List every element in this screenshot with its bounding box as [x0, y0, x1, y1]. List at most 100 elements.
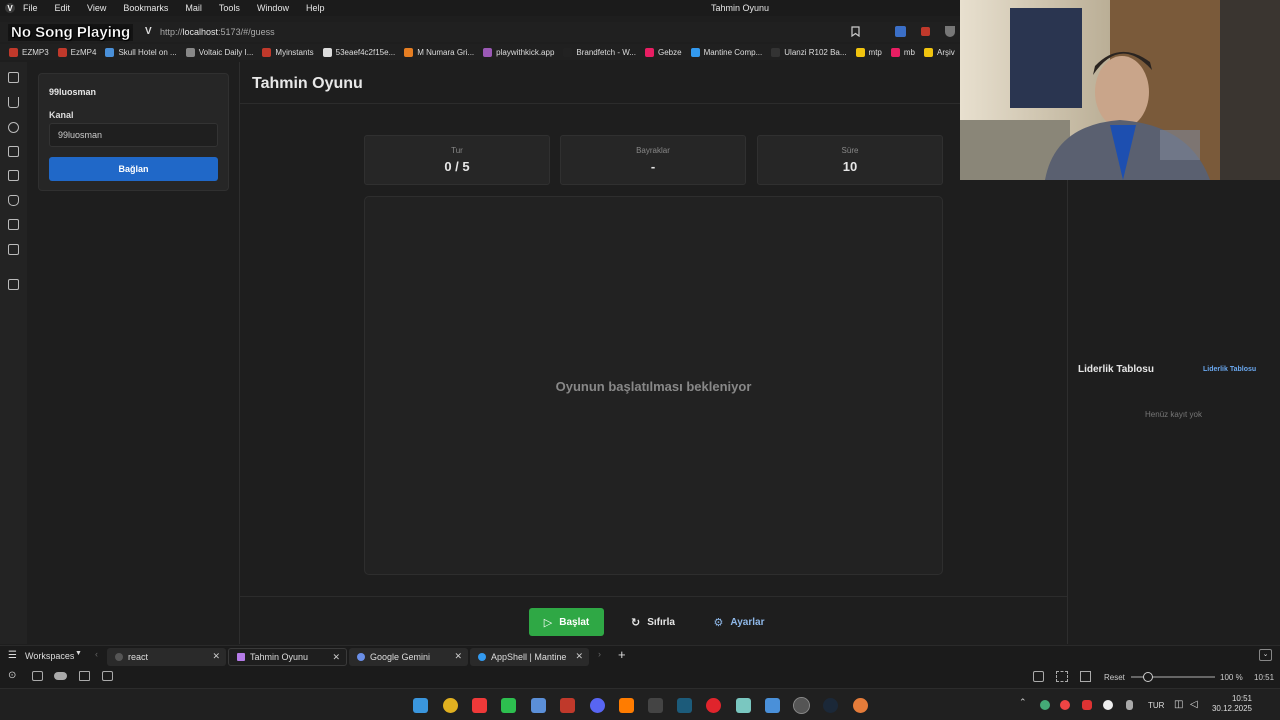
bookmark-item[interactable]: Ulanzi R102 Ba... [771, 47, 847, 57]
bookmark-item[interactable]: Myinstants [262, 47, 314, 57]
page-actions-icon[interactable] [1080, 671, 1091, 682]
downloads-icon[interactable] [8, 97, 19, 108]
volume-icon[interactable]: ◁ [1190, 699, 1198, 710]
add-panel-icon[interactable] [8, 279, 19, 290]
calendar-status-icon[interactable] [102, 671, 113, 681]
bookmark-icon[interactable] [851, 26, 860, 37]
mail-status-icon[interactable] [79, 671, 90, 681]
vscode-icon[interactable] [765, 698, 780, 713]
tabs-scroll-right-icon[interactable]: › [598, 649, 601, 659]
workspaces-icon[interactable]: ☰ [8, 650, 17, 661]
tab-react[interactable]: react ✕ [107, 648, 226, 666]
leaderboard-link[interactable]: Liderlik Tablosu [1203, 366, 1256, 373]
tray-app-icon-3[interactable] [1082, 700, 1092, 710]
tab-google-gemini[interactable]: Google Gemini ✕ [349, 648, 468, 666]
postgres-icon[interactable] [531, 698, 546, 713]
bookmark-item[interactable]: Brandfetch - W... [563, 47, 636, 57]
davinci-icon[interactable] [648, 698, 663, 713]
sync-cloud-icon[interactable] [54, 672, 67, 680]
tiling-icon[interactable] [32, 671, 43, 681]
tray-app-icon[interactable] [1040, 700, 1050, 710]
url-field[interactable]: http://localhost:5173/#/guess [160, 27, 275, 37]
steam-icon[interactable] [823, 698, 838, 713]
discord-icon[interactable] [590, 698, 605, 713]
network-icon[interactable]: ◫ [1174, 699, 1183, 710]
bookmark-panel-icon[interactable] [8, 72, 19, 83]
tab-list-icon[interactable]: ⌄ [1259, 649, 1272, 661]
illustrator-icon[interactable] [619, 698, 634, 713]
tab-tahmin-oyunu[interactable]: Tahmin Oyunu ✕ [228, 648, 347, 666]
zoom-reset[interactable]: Reset [1104, 673, 1125, 682]
vivaldi-v-icon[interactable]: V [145, 26, 152, 37]
tab-bar: ☰ Workspaces ▼ ‹ react ✕ Tahmin Oyunu ✕ … [0, 645, 1280, 666]
bookmark-item[interactable]: EzMP4 [57, 47, 96, 57]
leaderboard-title: Liderlik Tablosu [1078, 364, 1154, 375]
youtube-music-icon[interactable] [706, 698, 721, 713]
reading-list-icon[interactable] [8, 195, 19, 206]
bookmark-item[interactable]: M Numara Gri... [404, 47, 474, 57]
start-button[interactable]: ▷ Başlat [529, 608, 604, 636]
menu-edit[interactable]: Edit [55, 3, 71, 13]
bookmark-item[interactable]: EZMP3 [9, 47, 49, 57]
close-tab-icon[interactable]: ✕ [575, 651, 583, 662]
bookmark-item[interactable]: Gebze [644, 47, 682, 57]
obs-icon[interactable] [793, 697, 810, 714]
app-icon-2[interactable] [853, 698, 868, 713]
workspaces-label[interactable]: Workspaces [25, 651, 74, 661]
tabs-scroll-left-icon[interactable]: ‹ [95, 649, 98, 659]
workspaces-dropdown-icon[interactable]: ▼ [75, 650, 82, 657]
menu-help[interactable]: Help [306, 3, 325, 13]
microphone-icon[interactable] [1126, 700, 1133, 710]
menu-tools[interactable]: Tools [219, 3, 240, 13]
tab-appshell-mantine[interactable]: AppShell | Mantine ✕ [470, 648, 589, 666]
close-tab-icon[interactable]: ✕ [332, 652, 340, 663]
history-icon[interactable] [8, 122, 19, 133]
vivaldi-taskbar-icon[interactable] [472, 698, 487, 713]
bookmark-item[interactable]: mb [890, 47, 915, 57]
mail-icon[interactable] [8, 244, 19, 255]
photos-icon[interactable] [736, 698, 751, 713]
extension-icon[interactable] [921, 27, 930, 36]
tray-app-icon-2[interactable] [1060, 700, 1070, 710]
shield-icon[interactable] [945, 26, 955, 37]
translate-icon[interactable] [895, 26, 906, 37]
filezilla-icon[interactable] [560, 698, 575, 713]
reset-button[interactable]: ↻ Sıfırla [622, 608, 684, 636]
chrome-icon[interactable] [443, 698, 458, 713]
webcam-overlay [960, 0, 1280, 180]
bookmark-item[interactable]: 53eaef4c2f15e... [322, 47, 395, 57]
bookmark-item[interactable]: Skull Hotel on ... [105, 47, 177, 57]
tile-icon[interactable] [1056, 671, 1068, 682]
terminal-icon[interactable] [501, 698, 516, 713]
calendar-icon[interactable] [8, 219, 19, 230]
bookmark-item[interactable]: Voltaic Daily I... [185, 47, 253, 57]
translate-panel-icon[interactable] [8, 170, 19, 181]
language-indicator[interactable]: TUR [1148, 701, 1164, 710]
menu-file[interactable]: File [23, 3, 38, 13]
bookmark-favicon-icon [855, 47, 865, 57]
panel-toggle-icon[interactable]: ⊙ [8, 670, 16, 681]
tray-app-icon-4[interactable] [1103, 700, 1113, 710]
app-icon[interactable] [677, 698, 692, 713]
close-tab-icon[interactable]: ✕ [454, 651, 462, 662]
menu-window[interactable]: Window [257, 3, 289, 13]
vivaldi-logo-icon[interactable]: V [5, 3, 15, 13]
bookmark-item[interactable]: Arşiv [924, 47, 955, 57]
zoom-slider-thumb[interactable] [1143, 672, 1153, 682]
bookmark-item[interactable]: playwithkick.app [483, 47, 554, 57]
close-tab-icon[interactable]: ✕ [212, 651, 220, 662]
channel-input[interactable]: 99luosman [49, 123, 218, 147]
notes-icon[interactable] [8, 146, 19, 157]
tray-expand-icon[interactable]: ⌃ [1019, 697, 1027, 708]
capture-icon[interactable] [1033, 671, 1044, 682]
bookmark-item[interactable]: mtp [855, 47, 882, 57]
bookmark-item[interactable]: Mantine Comp... [690, 47, 762, 57]
connect-button[interactable]: Bağlan [49, 157, 218, 181]
menu-view[interactable]: View [87, 3, 106, 13]
new-tab-icon[interactable]: + [618, 647, 626, 662]
menu-mail[interactable]: Mail [185, 3, 202, 13]
start-menu-icon[interactable] [413, 698, 428, 713]
settings-button[interactable]: ⚙ Ayarlar [704, 608, 774, 636]
taskbar-clock[interactable]: 10:51 30.12.2025 [1210, 694, 1252, 714]
menu-bookmarks[interactable]: Bookmarks [123, 3, 168, 13]
